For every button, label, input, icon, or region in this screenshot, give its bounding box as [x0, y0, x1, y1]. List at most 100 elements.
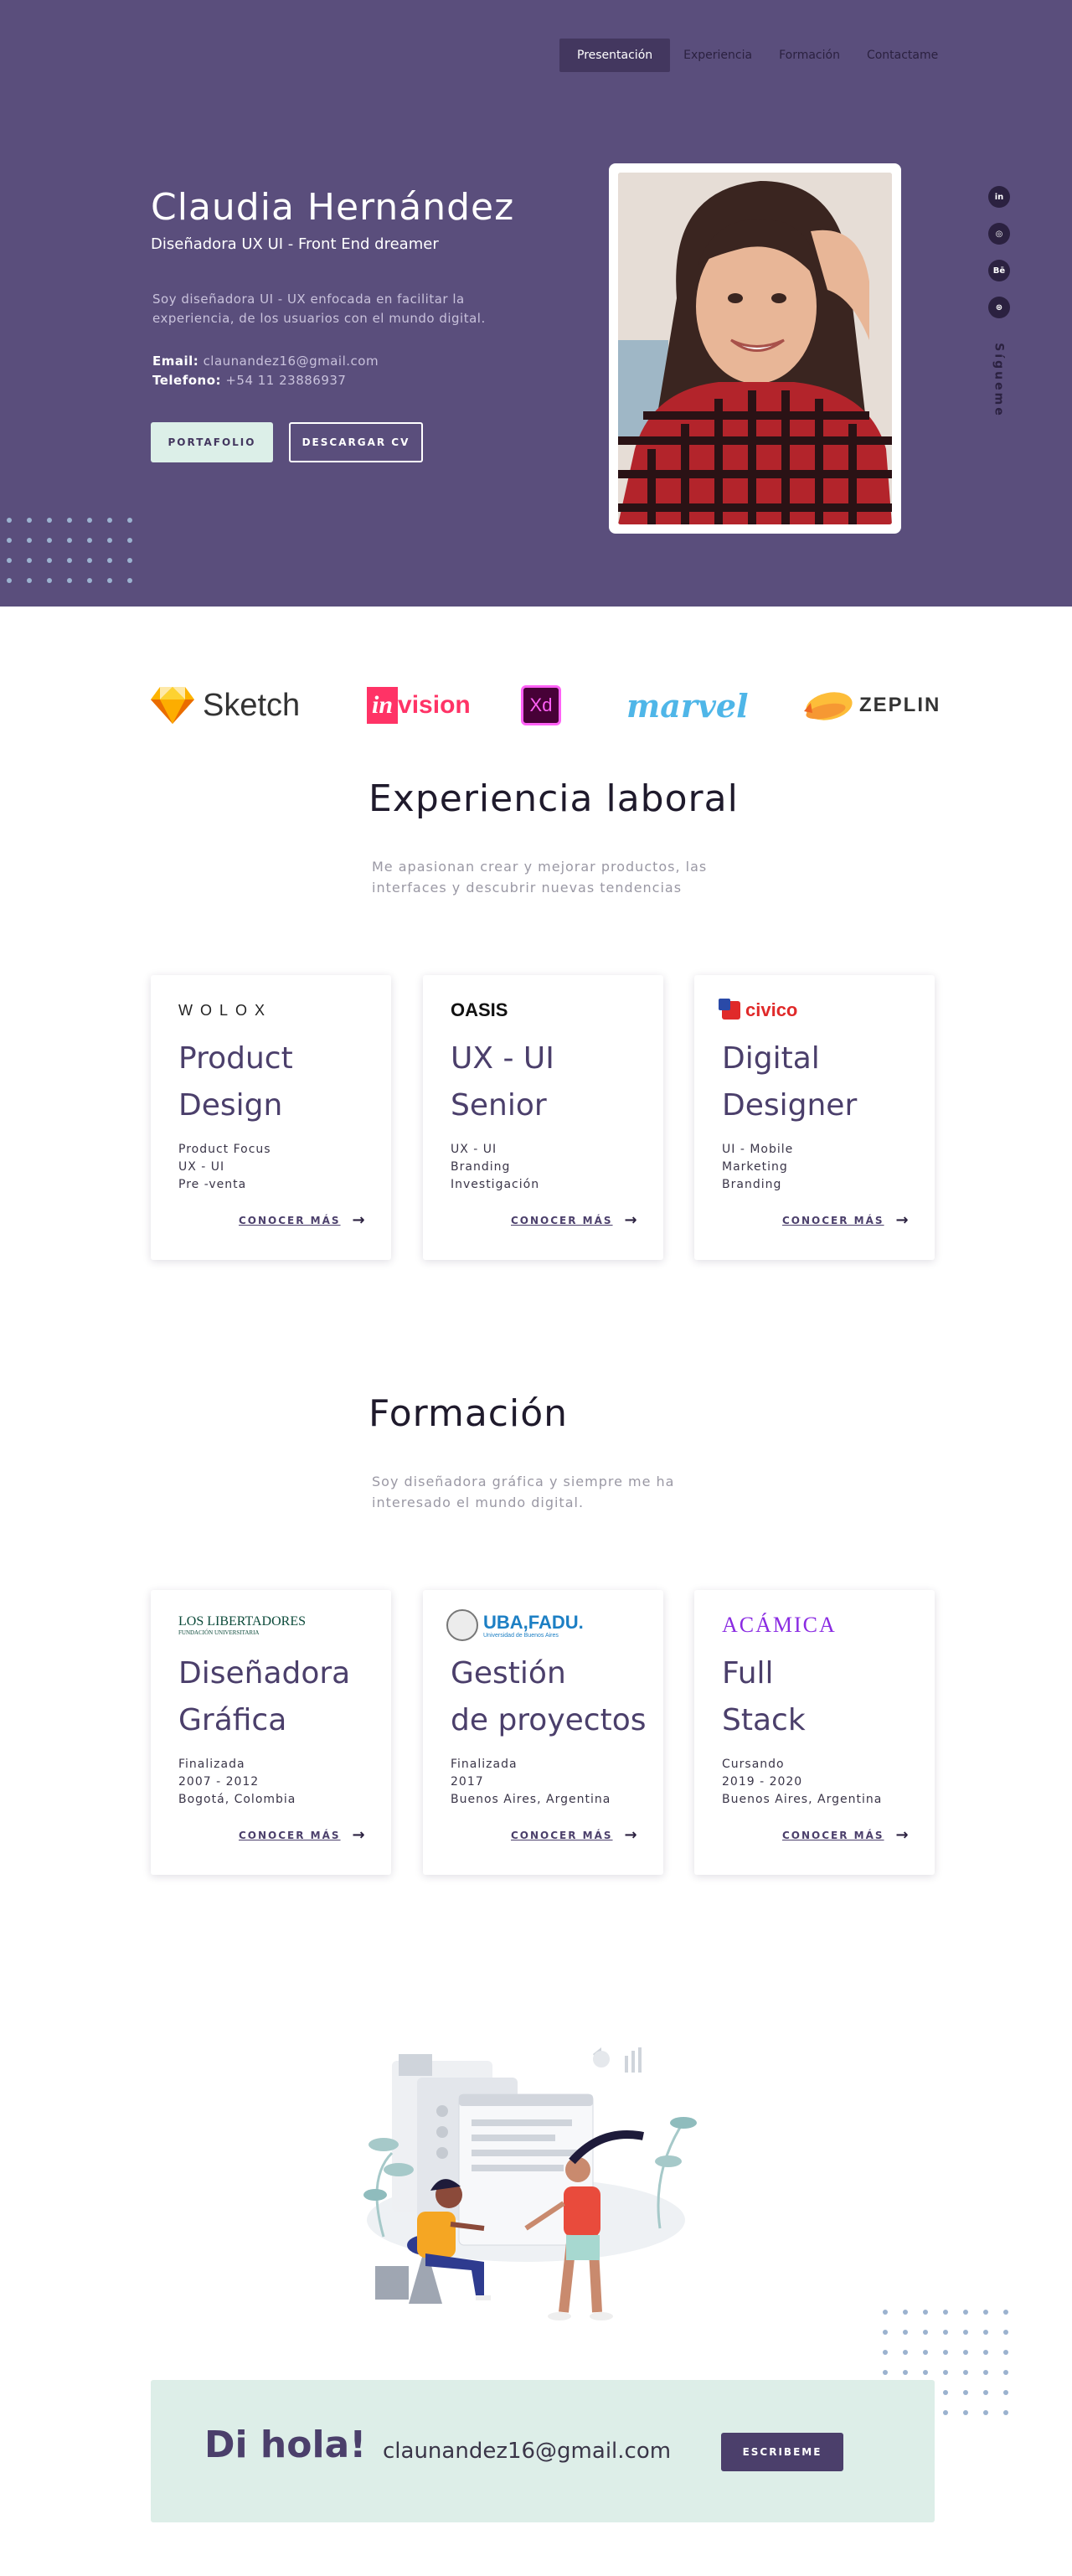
education-card-libertadores: LOS LIBERTADORES FUNDACIÓN UNIVERSITARIA…: [151, 1590, 391, 1875]
card-title: Full Stack: [722, 1650, 931, 1744]
learn-more-link[interactable]: CONOCER MÁS →: [239, 1211, 365, 1229]
card-detail-line: 2017: [451, 1775, 484, 1789]
card-detail-line: Branding: [722, 1178, 782, 1191]
card-title: UX - UI Senior: [451, 1035, 660, 1129]
arrow-right-icon: →: [895, 1826, 909, 1844]
learn-more-label: CONOCER MÁS: [511, 1214, 613, 1226]
card-detail-line: Finalizada: [451, 1758, 518, 1771]
hero-email[interactable]: claunandez16@gmail.com: [204, 354, 379, 369]
card-detail-line: 2007 - 2012: [178, 1775, 260, 1789]
contact-illustration: [358, 2044, 719, 2337]
linkedin-icon[interactable]: in: [988, 186, 1010, 208]
card-detail-line: UI - Mobile: [722, 1143, 794, 1156]
card-details: Finalizada 2007 - 2012 Bogotá, Colombia: [178, 1756, 296, 1809]
contact-banner: Di hola! claunandez16@gmail.com ESCRIBEM…: [151, 2380, 935, 2522]
card-detail-line: Investigación: [451, 1178, 540, 1191]
experience-card-wolox: WOLOX Product Design Product Focus UX - U…: [151, 975, 391, 1260]
card-title-line: Product: [178, 1041, 293, 1076]
sketch-icon: [151, 687, 194, 724]
card-detail-line: Pre -venta: [178, 1178, 247, 1191]
sketch-wordmark: Sketch: [203, 687, 301, 723]
social-links: in ◎ Bē ⊛: [988, 186, 1010, 318]
learn-more-link[interactable]: CONOCER MÁS →: [782, 1826, 909, 1844]
tools-logos: Sketch in vision Xd marvel ZEPLIN: [151, 680, 939, 730]
libertadores-subtitle: FUNDACIÓN UNIVERSITARIA: [178, 1629, 260, 1636]
uba-logo: UBA,FADU. Universidad de Buenos Aires: [446, 1608, 584, 1642]
hero-phone: +54 11 23886937: [225, 373, 347, 388]
card-detail-line: Buenos Aires, Argentina: [451, 1793, 611, 1806]
card-details: UX - UI Branding Investigación: [451, 1141, 539, 1194]
card-details: Product Focus UX - UI Pre -venta: [178, 1141, 271, 1194]
arrow-right-icon: →: [624, 1211, 637, 1229]
card-title: Diseñadora Gráfica: [178, 1650, 388, 1744]
civico-logo: civico: [719, 994, 797, 1027]
learn-more-label: CONOCER MÁS: [239, 1829, 341, 1841]
zeplin-icon: [804, 692, 853, 720]
card-detail-line: Product Focus: [178, 1143, 271, 1156]
download-cv-button[interactable]: DESCARGAR CV: [289, 422, 423, 462]
card-details: Finalizada 2017 Buenos Aires, Argentina: [451, 1756, 611, 1809]
sketch-logo: Sketch: [151, 680, 300, 730]
learn-more-label: CONOCER MÁS: [782, 1829, 884, 1841]
learn-more-label: CONOCER MÁS: [782, 1214, 884, 1226]
write-me-button[interactable]: ESCRIBEME: [721, 2433, 843, 2471]
zeplin-logo: ZEPLIN: [801, 680, 941, 730]
follow-label: Sígueme: [987, 340, 1012, 421]
card-detail-line: UX - UI: [451, 1143, 497, 1156]
behance-icon[interactable]: Bē: [988, 260, 1010, 281]
dribbble-icon[interactable]: ⊛: [988, 297, 1010, 318]
learn-more-label: CONOCER MÁS: [239, 1214, 341, 1226]
email-label: Email:: [152, 354, 199, 369]
marvel-logo: marvel: [626, 680, 749, 730]
learn-more-link[interactable]: CONOCER MÁS →: [511, 1826, 637, 1844]
card-title-line: Design: [178, 1088, 283, 1123]
card-title-line: de proyectos: [451, 1703, 647, 1737]
learn-more-link[interactable]: CONOCER MÁS →: [782, 1211, 909, 1229]
nav-item-presentacion[interactable]: Presentación: [559, 39, 671, 72]
uba-seal-icon: [446, 1609, 478, 1641]
arrow-right-icon: →: [352, 1826, 365, 1844]
libertadores-wordmark: LOS LIBERTADORES: [178, 1614, 306, 1629]
marvel-wordmark: marvel: [626, 686, 749, 725]
hero-section: Presentación Experiencia Formación Conta…: [0, 0, 1072, 607]
arrow-right-icon: →: [624, 1826, 637, 1844]
learn-more-link[interactable]: CONOCER MÁS →: [511, 1211, 637, 1229]
nav-item-formacion[interactable]: Formación: [765, 39, 853, 72]
oasis-logo: OASIS: [451, 994, 508, 1027]
card-title-line: Digital: [722, 1041, 820, 1076]
portfolio-button[interactable]: PORTAFOLIO: [151, 422, 273, 462]
instagram-icon[interactable]: ◎: [988, 223, 1010, 245]
adobe-xd-logo: Xd: [521, 680, 561, 730]
card-detail-line: UX - UI: [178, 1160, 225, 1174]
learn-more-link[interactable]: CONOCER MÁS →: [239, 1826, 365, 1844]
card-title: Gestión de proyectos: [451, 1650, 660, 1744]
education-card-acamica: ACÁMICA Full Stack Cursando 2019 - 2020 B…: [694, 1590, 935, 1875]
card-detail-line: Marketing: [722, 1160, 788, 1174]
nav-item-experiencia[interactable]: Experiencia: [670, 39, 765, 72]
card-detail-line: Bogotá, Colombia: [178, 1793, 296, 1806]
arrow-right-icon: →: [895, 1211, 909, 1229]
card-title: Digital Designer: [722, 1035, 931, 1129]
civico-icon: [719, 999, 740, 1020]
education-title: Formación: [368, 1392, 569, 1435]
experience-card-civico: civico Digital Designer UI - Mobile Marke…: [694, 975, 935, 1260]
card-details: UI - Mobile Marketing Branding: [722, 1141, 793, 1194]
card-title-line: Designer: [722, 1088, 858, 1123]
experience-title: Experiencia laboral: [368, 777, 739, 820]
card-title-line: Full: [722, 1656, 774, 1691]
portfolio-page: Presentación Experiencia Formación Conta…: [0, 0, 1072, 2576]
hero-name: Claudia Hernández: [151, 186, 515, 229]
card-title-line: Gestión: [451, 1656, 566, 1691]
card-details: Cursando 2019 - 2020 Buenos Aires, Argen…: [722, 1756, 882, 1809]
main-nav: Presentación Experiencia Formación Conta…: [559, 39, 951, 72]
dot-pattern-decoration: [7, 518, 132, 583]
card-title: Product Design: [178, 1035, 388, 1129]
card-title-line: Stack: [722, 1703, 806, 1737]
card-detail-line: Finalizada: [178, 1758, 245, 1771]
card-detail-line: Branding: [451, 1160, 511, 1174]
card-title-line: Senior: [451, 1088, 547, 1123]
acamica-wordmark: ACÁMICA: [722, 1613, 837, 1637]
contact-email[interactable]: claunandez16@gmail.com: [383, 2439, 671, 2464]
uba-wordmark: UBA,FADU.: [483, 1611, 584, 1633]
nav-item-contactame[interactable]: Contactame: [853, 39, 951, 72]
